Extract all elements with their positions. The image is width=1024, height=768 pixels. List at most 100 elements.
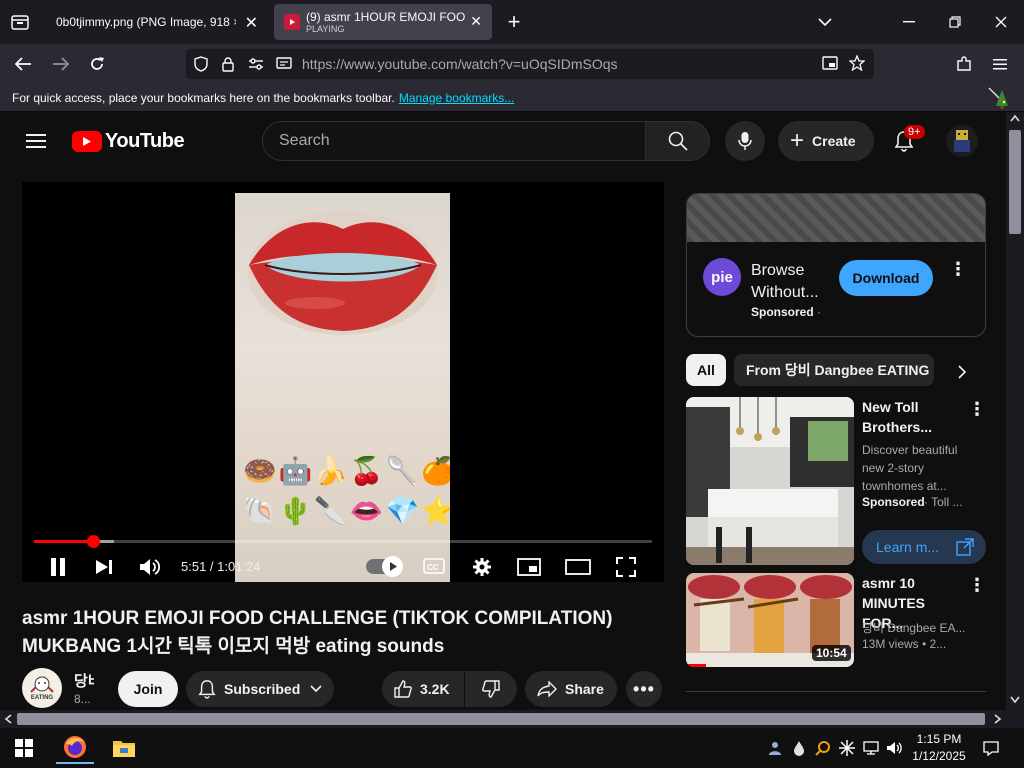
picture-in-picture-icon[interactable] xyxy=(822,56,838,71)
tray-search-icon[interactable] xyxy=(814,738,832,758)
tray-star-icon[interactable] xyxy=(838,738,856,758)
scroll-thumb[interactable] xyxy=(1009,130,1021,234)
subscribed-button[interactable]: Subscribed xyxy=(186,671,334,707)
captions-icon[interactable]: CC xyxy=(422,556,446,576)
video-title: asmr 1HOUR EMOJI FOOD CHALLENGE (TIKTOK … xyxy=(22,608,613,657)
guide-menu-icon[interactable] xyxy=(24,130,48,152)
sidebar-card-sponsored[interactable]: New Toll Brothers... ⋮ Discover beautifu… xyxy=(686,397,986,567)
close-icon[interactable]: ✕ xyxy=(470,13,482,30)
miniplayer-icon[interactable] xyxy=(516,555,542,579)
ad-banner-image xyxy=(687,194,985,242)
forward-icon[interactable] xyxy=(50,54,72,74)
new-tab-icon[interactable]: + xyxy=(504,9,524,34)
clock-time: 1:15 PM xyxy=(916,732,962,746)
thumbs-up-icon xyxy=(394,680,412,698)
firefox-icon[interactable] xyxy=(56,732,94,764)
video-duration: 10:54 xyxy=(812,645,851,661)
join-button[interactable]: Join xyxy=(118,671,178,707)
learn-more-button[interactable]: Learn m... xyxy=(862,530,986,564)
more-vertical-icon[interactable]: ⋮ xyxy=(968,575,986,596)
fullscreen-icon[interactable] xyxy=(614,555,638,579)
manage-bookmarks-link[interactable]: Manage bookmarks... xyxy=(399,91,514,105)
more-vertical-icon[interactable]: ⋮ xyxy=(949,260,967,278)
firefox-view-icon[interactable] xyxy=(8,11,32,33)
chevron-right-icon[interactable] xyxy=(950,362,974,382)
scroll-down-icon[interactable] xyxy=(1010,696,1020,704)
ad-logo: pie xyxy=(703,258,741,296)
account-avatar[interactable] xyxy=(946,125,978,157)
scroll-right-icon[interactable] xyxy=(994,714,1002,724)
back-icon[interactable] xyxy=(12,54,34,74)
voice-search-button[interactable] xyxy=(725,121,765,161)
file-explorer-icon[interactable] xyxy=(106,732,142,764)
youtube-play-icon xyxy=(72,131,102,152)
url-bar[interactable]: https://www.youtube.com/watch?v=uOqSIDmS… xyxy=(186,49,874,79)
sidebar-card-video[interactable]: 10:54 asmr 10 MINUTES FOR... ⋮ 당비 Dangbe… xyxy=(686,573,986,669)
window-close-icon[interactable] xyxy=(992,13,1010,31)
video-frame: 🍩🤖🍌🍒🥄🍊 🐚🌵🔪👄💎⭐ xyxy=(235,193,450,582)
permissions-icon[interactable] xyxy=(248,57,264,71)
channel-name[interactable]: 당비 xyxy=(74,670,94,691)
chip-all[interactable]: All xyxy=(686,354,726,386)
shield-icon[interactable] xyxy=(194,56,208,72)
create-button[interactable]: + Create xyxy=(778,121,874,161)
bookmark-star-icon[interactable] xyxy=(849,55,865,71)
horizontal-scrollbar[interactable] xyxy=(0,710,1024,728)
minimize-icon[interactable] xyxy=(900,13,918,31)
reload-icon[interactable] xyxy=(86,54,108,74)
next-icon[interactable] xyxy=(92,555,116,579)
chip-from-channel[interactable]: From 당비 Dangbee EATING xyxy=(734,354,934,386)
extensions-icon[interactable] xyxy=(954,54,974,74)
url-text: https://www.youtube.com/watch?v=uOqSIDmS… xyxy=(302,56,618,72)
restore-icon[interactable] xyxy=(946,13,964,31)
pause-icon[interactable] xyxy=(46,555,70,579)
tray-drop-icon[interactable] xyxy=(790,738,808,758)
settings-gear-icon[interactable] xyxy=(470,555,494,579)
ad-download-button[interactable]: Download xyxy=(839,260,933,296)
scroll-left-icon[interactable] xyxy=(4,714,12,724)
tab-youtube[interactable]: (9) asmr 1HOUR EMOJI FOOD CHALLENGE (TIK… xyxy=(274,4,492,40)
youtube-page: YouTube Search + Create 9+ 🍩🤖🍌🍒🥄🍊 🐚🌵🔪👄💎⭐… xyxy=(0,112,1006,710)
search-placeholder: Search xyxy=(279,132,330,149)
like-button[interactable]: 3.2K xyxy=(382,671,464,707)
network-icon[interactable] xyxy=(862,738,880,758)
notification-center-icon[interactable] xyxy=(982,738,1000,758)
more-actions-button[interactable]: ••• xyxy=(626,671,662,707)
scrubber-knob[interactable] xyxy=(86,535,100,548)
progress-bar[interactable] xyxy=(34,535,652,548)
divider xyxy=(686,691,986,692)
sidebar-ad[interactable]: pie Browse Without... Sponsored · Downlo… xyxy=(686,193,986,337)
chip-label: From 당비 Dangbee EATING xyxy=(746,362,930,378)
volume-icon[interactable] xyxy=(138,555,162,579)
scroll-up-icon[interactable] xyxy=(1010,114,1020,122)
page-info-icon[interactable] xyxy=(276,57,292,71)
ad-logo-text: pie xyxy=(711,268,733,286)
dislike-button[interactable] xyxy=(465,671,517,707)
youtube-logo[interactable]: YouTube xyxy=(72,130,185,153)
video-player[interactable]: 🍩🤖🍌🍒🥄🍊 🐚🌵🔪👄💎⭐ 5:51 / 1:01:24 CC xyxy=(22,182,664,582)
search-button[interactable] xyxy=(645,121,710,161)
close-icon[interactable]: ✕ xyxy=(245,13,258,33)
lock-icon[interactable] xyxy=(222,56,234,72)
search-input[interactable]: Search xyxy=(262,121,646,161)
windows-start-icon[interactable] xyxy=(8,736,40,760)
menu-icon[interactable] xyxy=(990,54,1010,74)
vertical-scrollbar[interactable] xyxy=(1006,112,1024,710)
more-vertical-icon[interactable]: ⋮ xyxy=(968,399,986,420)
tab-png-image[interactable]: 0b0tjimmy.png (PNG Image, 918 × ✕ xyxy=(44,4,270,40)
autoplay-toggle[interactable] xyxy=(366,556,403,577)
share-button[interactable]: Share xyxy=(525,671,617,707)
share-label: Share xyxy=(565,681,604,697)
speaker-icon[interactable] xyxy=(886,738,904,758)
channel-avatar[interactable]: EATING xyxy=(22,668,62,708)
tray-people-icon[interactable] xyxy=(766,738,784,758)
emoji-row-2: 🐚🌵🔪👄💎⭐ xyxy=(243,496,450,527)
microphone-icon xyxy=(738,131,752,151)
theater-mode-icon[interactable] xyxy=(564,555,592,579)
christmas-tree-icon xyxy=(988,86,1010,110)
notifications-button[interactable]: 9+ xyxy=(890,125,925,155)
scroll-thumb[interactable] xyxy=(17,713,985,725)
chevron-down-icon[interactable] xyxy=(816,13,834,31)
clock[interactable]: 1:15 PM 1/12/2025 xyxy=(906,731,972,765)
join-label: Join xyxy=(133,681,163,697)
